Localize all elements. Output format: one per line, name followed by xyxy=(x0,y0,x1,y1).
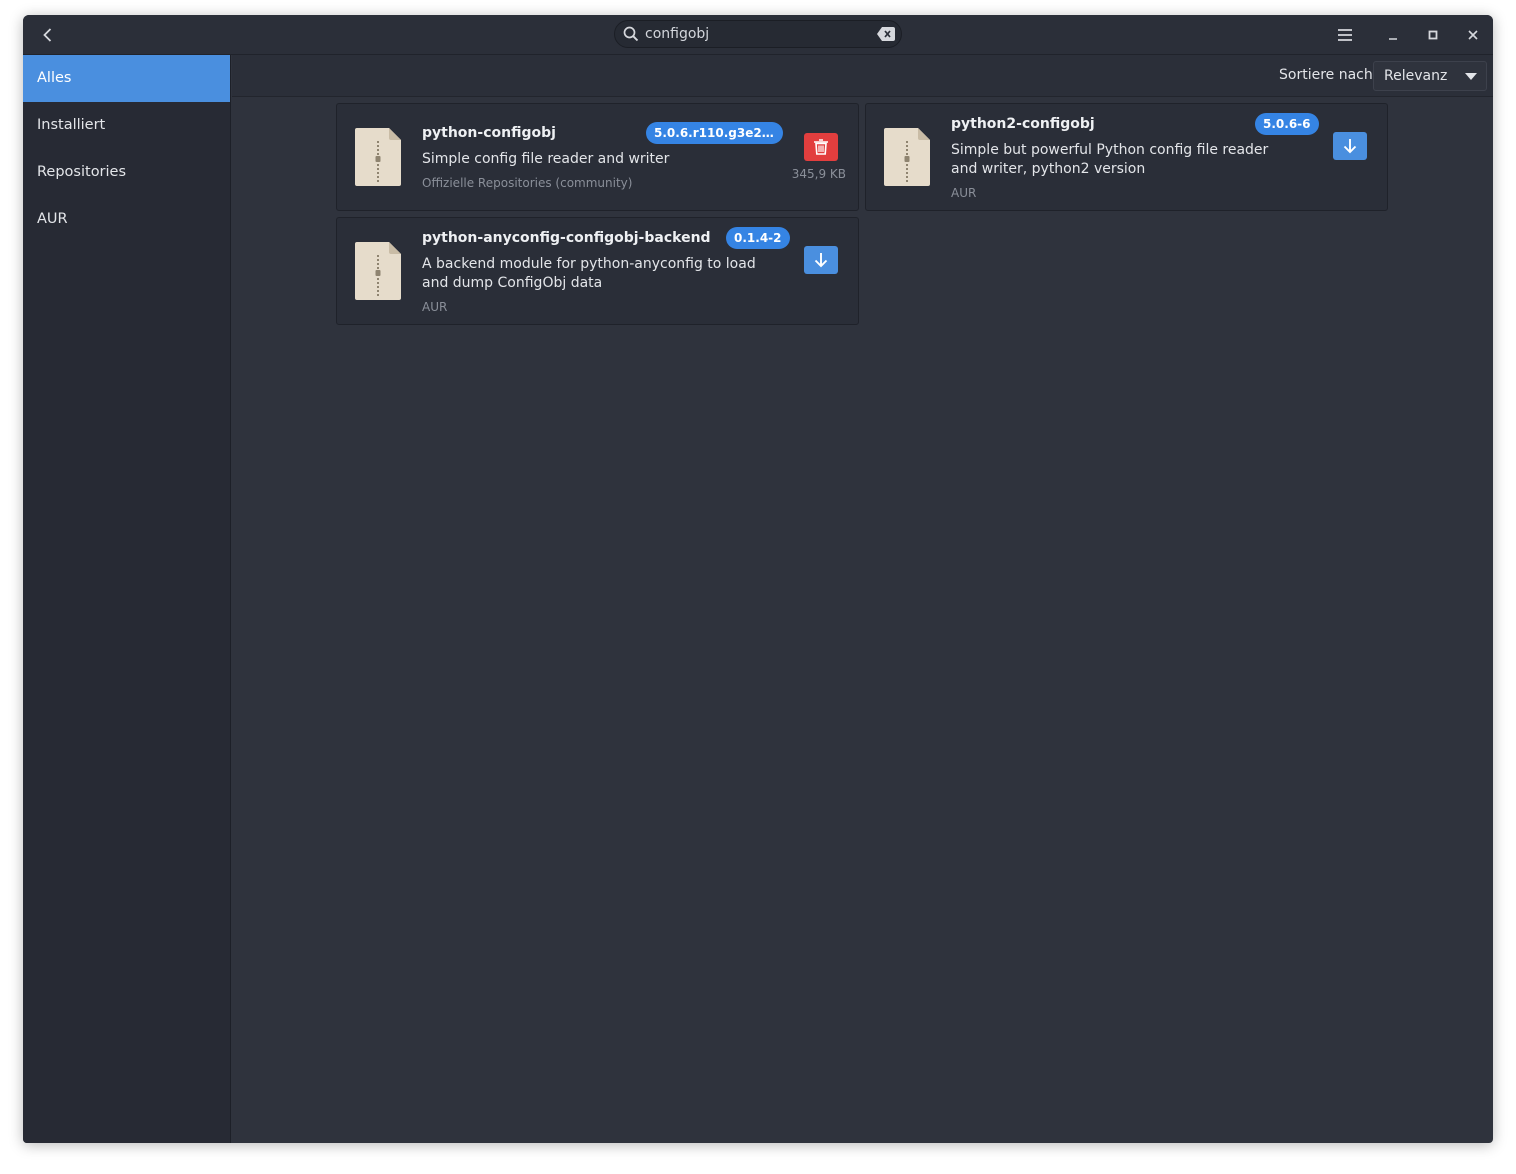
package-description: Simple config file reader and writer xyxy=(422,151,670,167)
package-repository: Offizielle Repositories (community) xyxy=(422,176,633,190)
chevron-left-icon xyxy=(43,28,52,42)
sort-bar: Sortiere nach Relevanz xyxy=(232,55,1493,97)
sidebar-item-repositories[interactable]: Repositories xyxy=(23,149,230,196)
sidebar-item-installed[interactable]: Installiert xyxy=(23,102,230,149)
close-button[interactable] xyxy=(1457,19,1489,51)
package-name: python-anyconfig-configobj-backend xyxy=(422,230,711,246)
search-input[interactable] xyxy=(645,24,871,44)
app-window: Alles Installiert Repositories AUR Sorti… xyxy=(23,15,1493,1143)
back-button[interactable] xyxy=(32,19,64,51)
search-field[interactable] xyxy=(614,20,902,48)
sort-selected-value: Relevanz xyxy=(1384,68,1448,84)
download-arrow-icon xyxy=(1343,139,1357,154)
sort-label: Sortiere nach xyxy=(1279,67,1373,83)
package-card[interactable]: python2-configobj 5.0.6-6 Simple but pow… xyxy=(865,103,1388,211)
hamburger-menu-icon xyxy=(1338,29,1352,41)
package-repository: AUR xyxy=(422,300,448,314)
header-bar xyxy=(23,15,1493,55)
package-archive-icon xyxy=(884,128,930,186)
install-button[interactable] xyxy=(1333,132,1367,160)
install-button[interactable] xyxy=(804,246,838,274)
sidebar-item-all[interactable]: Alles xyxy=(23,55,230,102)
package-name: python2-configobj xyxy=(951,116,1095,132)
package-archive-icon xyxy=(355,242,401,300)
version-badge: 0.1.4-2 xyxy=(726,227,790,249)
download-arrow-icon xyxy=(814,253,828,268)
package-repository: AUR xyxy=(951,186,977,200)
minimize-button[interactable] xyxy=(1377,19,1409,51)
search-icon xyxy=(623,26,639,42)
sort-dropdown[interactable]: Relevanz xyxy=(1373,61,1487,91)
trash-icon xyxy=(814,139,828,155)
package-description: Simple but powerful Python config file r… xyxy=(951,142,1269,177)
version-badge: 5.0.6-6 xyxy=(1255,113,1319,135)
remove-button[interactable] xyxy=(804,133,838,161)
sidebar: Alles Installiert Repositories AUR xyxy=(23,55,231,1143)
package-card[interactable]: python-anyconfig-configobj-backend 0.1.4… xyxy=(336,217,859,325)
clear-text-icon[interactable] xyxy=(877,27,895,41)
package-size: 345,9 KB xyxy=(791,167,846,181)
maximize-button[interactable] xyxy=(1417,19,1449,51)
menu-button[interactable] xyxy=(1329,19,1361,51)
package-description: A backend module for python-anyconfig to… xyxy=(422,256,756,291)
chevron-down-icon xyxy=(1465,73,1477,80)
maximize-icon xyxy=(1428,30,1438,40)
close-icon xyxy=(1468,30,1478,40)
package-card[interactable]: python-configobj 5.0.6.r110.g3e2f4c… Sim… xyxy=(336,103,859,211)
sidebar-item-aur[interactable]: AUR xyxy=(23,196,230,243)
version-badge: 5.0.6.r110.g3e2f4c… xyxy=(646,122,783,144)
package-name: python-configobj xyxy=(422,125,556,141)
package-archive-icon xyxy=(355,128,401,186)
minimize-icon xyxy=(1389,38,1397,40)
